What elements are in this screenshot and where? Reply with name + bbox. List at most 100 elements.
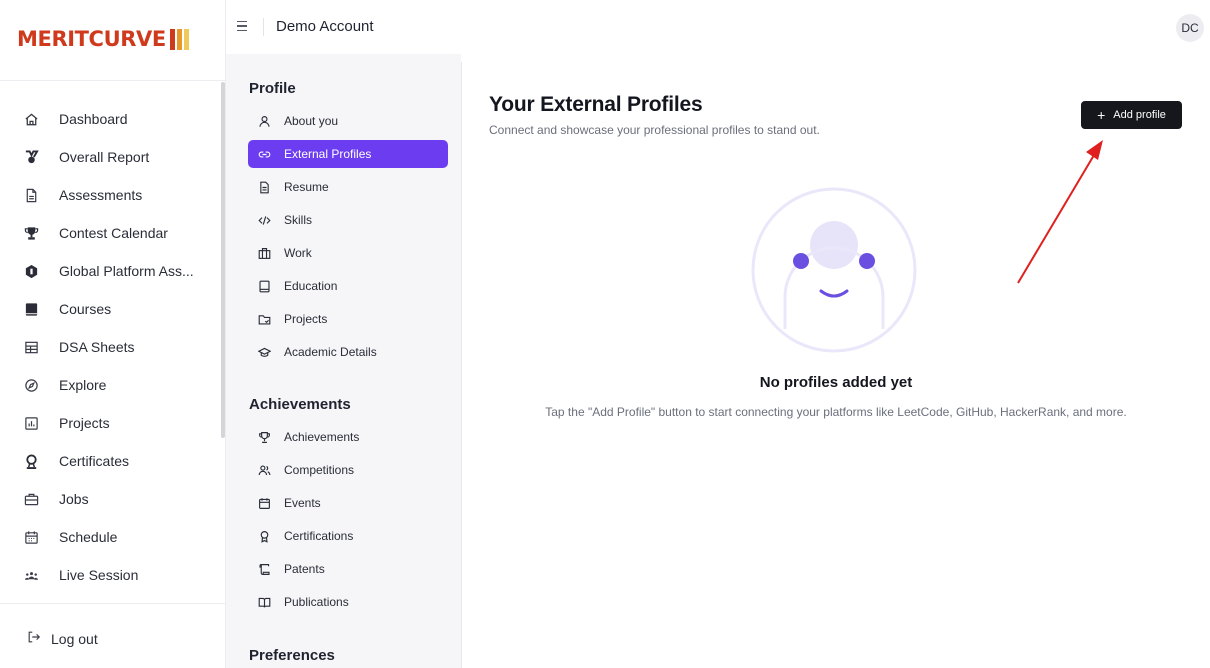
submenu-item-label: Patents <box>284 562 325 576</box>
home-icon <box>22 110 40 128</box>
sidebar-item-dashboard[interactable]: Dashboard <box>0 100 220 138</box>
sidebar-item-label: Contest Calendar <box>59 225 168 241</box>
sidebar-scrollbar[interactable] <box>221 82 225 438</box>
scroll-icon <box>257 562 271 576</box>
add-profile-label: Add profile <box>1113 109 1166 121</box>
sidebar-item-label: Schedule <box>59 529 118 545</box>
users-icon <box>257 463 271 477</box>
sidebar-item-label: Courses <box>59 301 112 317</box>
submenu-item-competitions[interactable]: Competitions <box>248 456 448 484</box>
logout-icon <box>27 630 41 647</box>
logout-button[interactable]: Log out <box>27 630 98 647</box>
sidebar-item-label: Live Session <box>59 567 139 583</box>
submenu-item-work[interactable]: Work <box>248 239 448 267</box>
brand-logo[interactable]: MERITCURVE <box>17 27 189 51</box>
sidebar-item-label: Assessments <box>59 187 143 203</box>
submenu-item-label: Skills <box>284 213 313 227</box>
add-profile-button[interactable]: + Add profile <box>1081 101 1182 129</box>
folder-icon <box>257 312 271 326</box>
sidebar-item-label: Jobs <box>59 491 89 507</box>
submenu-item-publications[interactable]: Publications <box>248 588 448 616</box>
achievements-menu-list: Achievements Competitions Events Certifi… <box>248 423 448 621</box>
submenu-item-external-profiles[interactable]: External Profiles <box>248 140 448 168</box>
sidebar-item-label: Overall Report <box>59 149 150 165</box>
profile-menu-list: About you External Profiles Resume Skill… <box>248 107 448 371</box>
menu-toggle-icon[interactable] <box>237 17 255 35</box>
sidebar-item-label: Projects <box>59 415 110 431</box>
submenu-item-achievements[interactable]: Achievements <box>248 423 448 451</box>
avatar[interactable]: DC <box>1176 14 1204 42</box>
top-header: Demo Account DC <box>226 0 1210 54</box>
submenu-item-patents[interactable]: Patents <box>248 555 448 583</box>
submenu-item-skills[interactable]: Skills <box>248 206 448 234</box>
empty-state-title: No profiles added yet <box>759 374 913 391</box>
award-icon <box>22 452 40 470</box>
graduation-cap-icon <box>257 345 271 359</box>
hexagon-icon <box>22 262 40 280</box>
trophy-icon <box>22 224 40 242</box>
sidebar-item-global-platform[interactable]: Global Platform Ass... <box>0 252 220 290</box>
sidebar-item-projects[interactable]: Projects <box>0 404 220 442</box>
submenu-item-about-you[interactable]: About you <box>248 107 448 135</box>
calendar-icon <box>22 528 40 546</box>
submenu-item-label: Projects <box>284 312 328 326</box>
submenu-item-label: About you <box>284 114 339 128</box>
page-title: Your External Profiles <box>489 93 703 116</box>
compass-icon <box>22 376 40 394</box>
submenu-item-label: Education <box>284 279 338 293</box>
book-icon <box>257 279 271 293</box>
file-icon <box>22 186 40 204</box>
empty-state-description: Tap the "Add Profile" button to start co… <box>545 405 1127 419</box>
sidebar-item-contest-calendar[interactable]: Contest Calendar <box>0 214 220 252</box>
account-title: Demo Account <box>276 18 374 35</box>
empty-profile-illustration <box>751 187 917 353</box>
submenu-item-label: Achievements <box>284 430 360 444</box>
submenu-item-education[interactable]: Education <box>248 272 448 300</box>
preferences-heading: Preferences <box>249 647 335 664</box>
submenu-item-academic-details[interactable]: Academic Details <box>248 338 448 366</box>
submenu-item-events[interactable]: Events <box>248 489 448 517</box>
document-icon <box>257 180 271 194</box>
sidebar-item-label: Explore <box>59 377 107 393</box>
grid-icon <box>22 338 40 356</box>
main-sidebar: MERITCURVE Dashboard Overall Report Asse… <box>0 0 226 668</box>
sidebar-item-assessments[interactable]: Assessments <box>0 176 220 214</box>
submenu-item-label: Competitions <box>284 463 355 477</box>
submenu-item-label: Academic Details <box>284 345 377 359</box>
profile-section-menu: Profile About you External Profiles Resu… <box>226 54 461 668</box>
briefcase-icon <box>257 246 271 260</box>
submenu-item-certifications[interactable]: Certifications <box>248 522 448 550</box>
sidebar-item-live-session[interactable]: Live Session <box>0 556 220 594</box>
sidebar-item-label: Certificates <box>59 453 130 469</box>
sidebar-item-certificates[interactable]: Certificates <box>0 442 220 480</box>
achievements-heading: Achievements <box>249 396 351 413</box>
submenu-item-label: Publications <box>284 595 349 609</box>
sidebar-item-schedule[interactable]: Schedule <box>0 518 220 556</box>
submenu-item-label: Events <box>284 496 321 510</box>
annotation-arrow-icon <box>1017 140 1103 284</box>
chart-icon <box>22 414 40 432</box>
sidebar-item-explore[interactable]: Explore <box>0 366 220 404</box>
sidebar-item-label: Global Platform Ass... <box>59 263 194 279</box>
book-icon <box>22 300 40 318</box>
brand-name: MERITCURVE <box>17 27 166 51</box>
submenu-item-resume[interactable]: Resume <box>248 173 448 201</box>
sidebar-item-courses[interactable]: Courses <box>0 290 220 328</box>
submenu-item-label: Work <box>284 246 312 260</box>
sidebar-item-label: Dashboard <box>59 111 128 127</box>
page-subtitle: Connect and showcase your professional p… <box>489 123 820 137</box>
submenu-item-projects[interactable]: Projects <box>248 305 448 333</box>
external-profiles-panel: Your External Profiles Connect and showc… <box>462 54 1210 668</box>
sidebar-item-overall-report[interactable]: Overall Report <box>0 138 220 176</box>
submenu-item-label: External Profiles <box>284 147 372 161</box>
sidebar-divider <box>0 80 226 81</box>
logout-label: Log out <box>51 630 98 647</box>
medal-icon <box>22 148 40 166</box>
code-icon <box>257 213 271 227</box>
sidebar-item-dsa-sheets[interactable]: DSA Sheets <box>0 328 220 366</box>
award-icon <box>257 529 271 543</box>
link-icon <box>257 147 271 161</box>
briefcase-icon <box>22 490 40 508</box>
sidebar-item-jobs[interactable]: Jobs <box>0 480 220 518</box>
submenu-item-label: Certifications <box>284 529 354 543</box>
